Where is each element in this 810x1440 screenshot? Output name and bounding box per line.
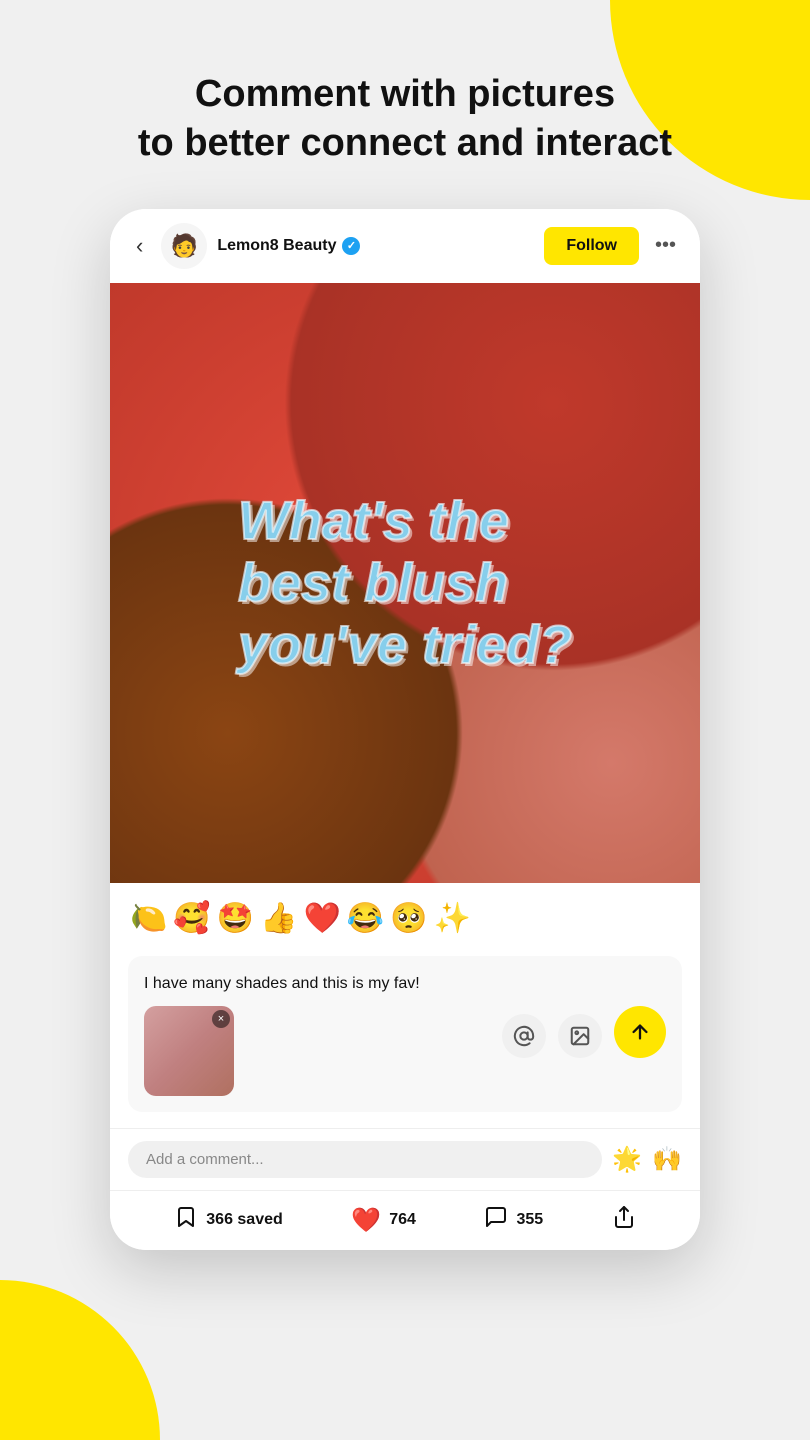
reaction-thumbs-up[interactable]: 👍 bbox=[260, 901, 297, 936]
comment-compose: I have many shades and this is my fav! × bbox=[110, 946, 700, 1128]
page-header: Comment with pictures to better connect … bbox=[0, 0, 810, 199]
share-button[interactable] bbox=[612, 1205, 636, 1236]
follow-button[interactable]: Follow bbox=[544, 227, 639, 265]
reaction-lemon[interactable]: 🍋 bbox=[130, 901, 167, 936]
reaction-laugh[interactable]: 😂 bbox=[347, 901, 384, 936]
reaction-love[interactable]: 🥰 bbox=[173, 901, 210, 936]
post-header: ‹ 🧑 Lemon8 Beauty Follow ••• bbox=[110, 209, 700, 283]
reaction-sparkles[interactable]: ✨ bbox=[434, 901, 471, 936]
username: Lemon8 Beauty bbox=[217, 237, 336, 255]
user-info: Lemon8 Beauty bbox=[217, 237, 534, 255]
comment-icon bbox=[484, 1205, 508, 1236]
add-image-button[interactable] bbox=[558, 1014, 602, 1058]
post-image: What's the best blush you've tried? bbox=[110, 283, 700, 883]
avatar: 🧑 bbox=[161, 223, 207, 269]
save-button[interactable]: 366 saved bbox=[174, 1205, 283, 1236]
post-text-overlay: What's the best blush you've tried? bbox=[110, 283, 700, 883]
add-comment-emoji-1[interactable]: 🌟 bbox=[612, 1145, 642, 1174]
reaction-star-struck[interactable]: 🤩 bbox=[217, 901, 254, 936]
comment-count: 355 bbox=[516, 1211, 543, 1229]
verified-badge bbox=[342, 237, 360, 255]
like-button[interactable]: ❤️ 764 bbox=[351, 1206, 416, 1235]
comment-text: I have many shades and this is my fav! bbox=[144, 972, 666, 996]
share-icon bbox=[612, 1205, 636, 1236]
add-comment-bar: Add a comment... 🌟 🙌 bbox=[110, 1128, 700, 1190]
comment-text-area[interactable]: I have many shades and this is my fav! × bbox=[128, 956, 682, 1112]
post-question-text: What's the best blush you've tried? bbox=[238, 490, 572, 676]
bottom-toolbar: 366 saved ❤️ 764 355 bbox=[110, 1190, 700, 1250]
more-button[interactable]: ••• bbox=[649, 230, 682, 261]
header-title: Comment with pictures to better connect … bbox=[60, 70, 750, 169]
reaction-bar: 🍋 🥰 🤩 👍 ❤️ 😂 🥺 ✨ bbox=[110, 883, 700, 946]
back-button[interactable]: ‹ bbox=[128, 229, 151, 263]
save-count: 366 saved bbox=[206, 1211, 283, 1229]
heart-icon: ❤️ bbox=[351, 1206, 381, 1235]
reaction-heart[interactable]: ❤️ bbox=[303, 901, 340, 936]
remove-image-button[interactable]: × bbox=[212, 1010, 230, 1028]
comment-image-thumbnail: × bbox=[144, 1006, 234, 1096]
bookmark-icon bbox=[174, 1205, 198, 1236]
comment-actions bbox=[502, 1006, 666, 1062]
add-comment-input[interactable]: Add a comment... bbox=[128, 1141, 602, 1178]
mention-button[interactable] bbox=[502, 1014, 546, 1058]
comment-image-row: × bbox=[144, 1006, 666, 1096]
comment-button[interactable]: 355 bbox=[484, 1205, 543, 1236]
bg-decoration-bottom-left bbox=[0, 1280, 160, 1440]
add-comment-emoji-2[interactable]: 🙌 bbox=[652, 1145, 682, 1174]
send-button[interactable] bbox=[614, 1006, 666, 1058]
phone-frame: ‹ 🧑 Lemon8 Beauty Follow ••• What's the … bbox=[110, 209, 700, 1250]
like-count: 764 bbox=[389, 1211, 416, 1229]
reaction-pleading[interactable]: 🥺 bbox=[390, 901, 427, 936]
